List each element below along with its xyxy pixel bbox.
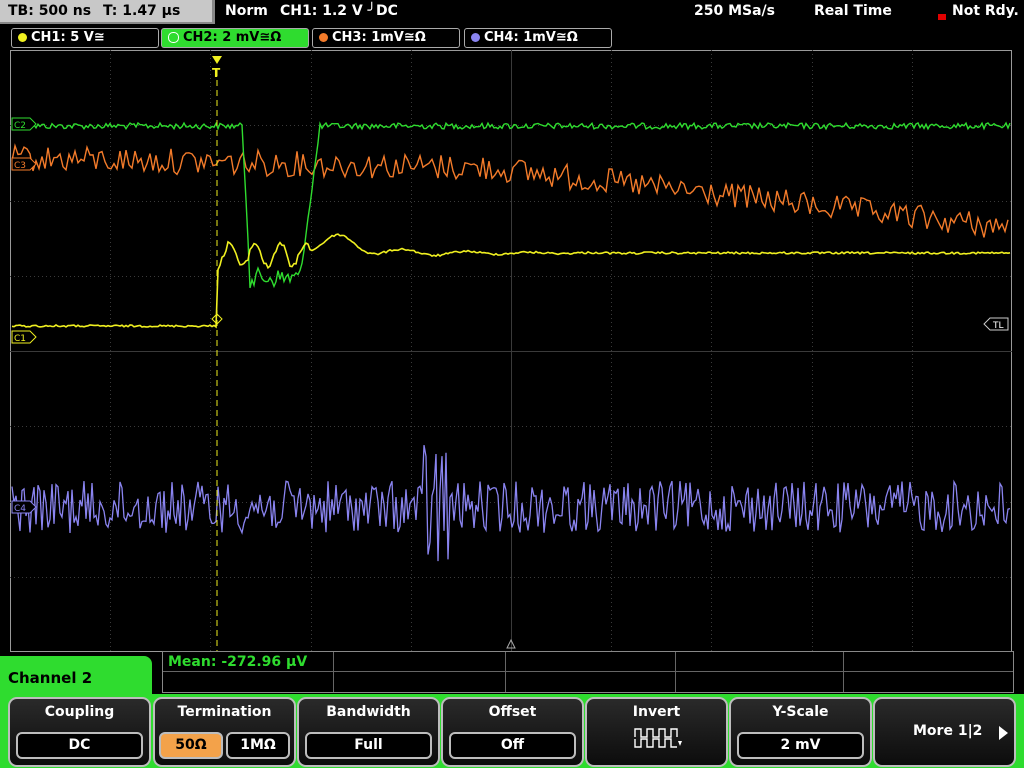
tab-ch4[interactable]: CH4: 1mV≅Ω bbox=[464, 28, 612, 48]
y-scale-value[interactable]: 2 mV bbox=[737, 732, 864, 759]
acquisition-state: Not Rdy. bbox=[952, 3, 1019, 19]
ch2-marker-label: C2 bbox=[14, 121, 26, 131]
ch4-color-icon bbox=[471, 32, 480, 42]
tab-ch3-label: CH3: 1mV≅Ω bbox=[332, 30, 426, 45]
status-bar: TB: 500 ns T: 1.47 µs Norm CH1: 1.2 V ╯D… bbox=[0, 0, 1024, 24]
tab-ch2[interactable]: CH2: 2 mV≅Ω bbox=[161, 28, 309, 48]
arrow-right-icon bbox=[999, 726, 1008, 740]
offset-button[interactable]: Offset Off bbox=[441, 697, 584, 767]
y-scale-button[interactable]: Y-Scale 2 mV bbox=[729, 697, 872, 767]
coupling-button[interactable]: Coupling DC bbox=[8, 697, 151, 767]
termination-title: Termination bbox=[177, 704, 272, 720]
menu-title-tab: Channel 2 bbox=[0, 656, 152, 702]
timebase-label: TB: 500 ns bbox=[8, 3, 92, 19]
trigger-source[interactable]: CH1: 1.2 V ╯DC bbox=[280, 3, 398, 19]
time-offset-label: T: 1.47 µs bbox=[103, 3, 181, 19]
more-label: More 1|2 bbox=[913, 723, 983, 739]
offset-title: Offset bbox=[488, 704, 537, 720]
sample-rate: 250 MSa/s bbox=[694, 3, 776, 19]
ch3-marker-label: C3 bbox=[14, 161, 26, 171]
acquisition-mode: Real Time bbox=[814, 3, 892, 19]
bandwidth-button[interactable]: Bandwidth Full bbox=[297, 697, 440, 767]
y-scale-title: Y-Scale bbox=[772, 704, 829, 720]
trigger-mode[interactable]: Norm bbox=[225, 3, 268, 19]
menu-title: Channel 2 bbox=[8, 669, 93, 687]
coupling-value[interactable]: DC bbox=[16, 732, 143, 759]
invert-button[interactable]: Invert bbox=[585, 697, 728, 767]
ch4-marker-label: C4 bbox=[14, 504, 26, 514]
timebase-box[interactable]: TB: 500 ns T: 1.47 µs bbox=[0, 0, 215, 24]
ch2-color-icon bbox=[168, 31, 179, 43]
termination-50ohm-option[interactable]: 50Ω bbox=[159, 732, 223, 759]
waveform-display[interactable]: T C2 C3 C1 C4 TL bbox=[10, 50, 1012, 652]
trigger-t-label: T bbox=[212, 66, 221, 80]
tab-ch2-label: CH2: 2 mV≅Ω bbox=[183, 30, 282, 45]
status-indicator-icon bbox=[938, 14, 946, 20]
tab-ch4-label: CH4: 1mV≅Ω bbox=[484, 30, 578, 45]
trigger-level-label: TL bbox=[992, 321, 1004, 331]
more-button[interactable]: More 1|2 bbox=[873, 697, 1016, 767]
ch1-marker-label: C1 bbox=[14, 334, 26, 344]
invert-waveform-icon bbox=[634, 728, 682, 748]
bandwidth-title: Bandwidth bbox=[326, 704, 411, 720]
ch1-color-icon bbox=[18, 32, 27, 42]
coupling-title: Coupling bbox=[44, 704, 115, 720]
ch3-color-icon bbox=[319, 32, 328, 42]
termination-button[interactable]: Termination 50Ω 1MΩ bbox=[153, 697, 296, 767]
bandwidth-value[interactable]: Full bbox=[305, 732, 432, 759]
offset-value[interactable]: Off bbox=[449, 732, 576, 759]
measurement-mean[interactable]: Mean: -272.96 µV bbox=[168, 654, 307, 670]
tab-ch1[interactable]: CH1: 5 V≅ bbox=[11, 28, 159, 48]
termination-1mohm-option[interactable]: 1MΩ bbox=[226, 732, 290, 759]
invert-title: Invert bbox=[632, 704, 681, 720]
tab-ch3[interactable]: CH3: 1mV≅Ω bbox=[312, 28, 460, 48]
tab-ch1-label: CH1: 5 V≅ bbox=[31, 30, 105, 45]
